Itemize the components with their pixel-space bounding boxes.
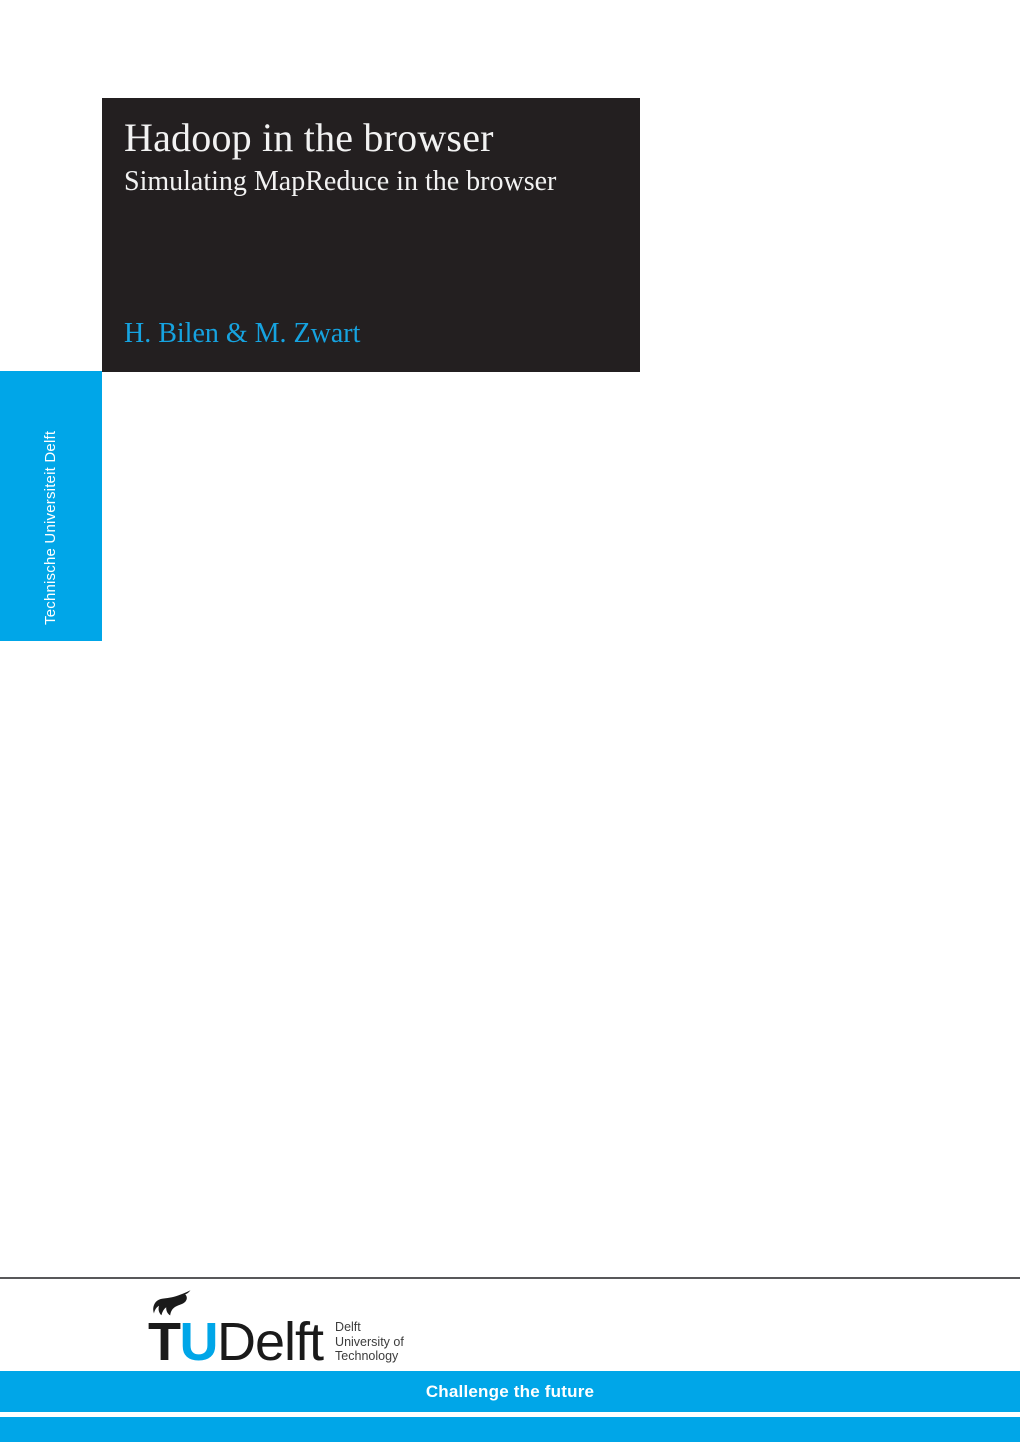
logo-mark: TUDelft (148, 1289, 324, 1369)
logo-letter-u: U (179, 1311, 219, 1372)
university-tab: Technische Universiteit Delft (0, 371, 102, 641)
footer-divider (0, 1277, 1020, 1279)
logo-word-delft: Delft (217, 1311, 324, 1372)
tu-delft-logo: TUDelft Delft University of Technology (148, 1289, 404, 1369)
footer-band: Challenge the future (0, 1371, 1020, 1412)
title-block: Hadoop in the browser Simulating MapRedu… (102, 98, 640, 372)
page-subtitle: Simulating MapReduce in the browser (124, 166, 557, 197)
cover-page: Hadoop in the browser Simulating MapRedu… (0, 0, 1020, 1442)
university-tab-label: Technische Universiteit Delft (42, 430, 59, 625)
footer-band-lower (0, 1417, 1020, 1442)
authors: H. Bilen & M. Zwart (124, 318, 361, 350)
footer-tagline: Challenge the future (425, 1381, 595, 1401)
logo-subtitle-line-3: Technology (335, 1349, 399, 1364)
tu-delft-flame-icon (153, 1289, 191, 1316)
logo-subtitle-line-1: Delft (335, 1319, 361, 1334)
logo-letter-t: T (148, 1311, 181, 1372)
page-title: Hadoop in the browser (124, 115, 494, 160)
logo-subtitle: Delft University of Technology (335, 1320, 404, 1368)
logo-subtitle-line-2: University of (335, 1334, 404, 1349)
